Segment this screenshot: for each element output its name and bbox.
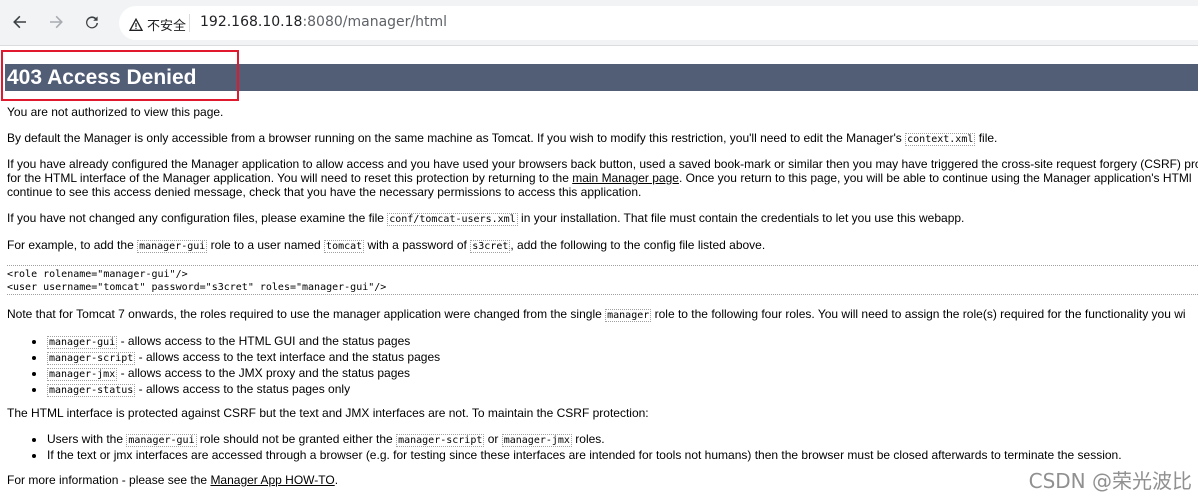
code-tomcat: tomcat	[324, 240, 365, 253]
text: with a password of	[364, 238, 471, 252]
code-context-xml: context.xml	[905, 133, 976, 146]
code-role: manager-script	[47, 352, 136, 365]
text: Users with the	[47, 432, 127, 446]
url-host: 192.168.10.18	[200, 14, 303, 30]
text: role to a user named	[207, 238, 325, 252]
paragraph-roles-note: Note that for Tomcat 7 onwards, the role…	[7, 307, 1186, 323]
text: for the HTML interface of the Manager ap…	[7, 171, 573, 185]
annotation-highlight-box	[1, 50, 239, 101]
text: in your installation. That file must con…	[517, 211, 965, 225]
config-code-block: <role rolename="manager-gui"/> <user use…	[7, 265, 1198, 295]
text: roles.	[571, 432, 605, 446]
list-item: manager-gui - allows access to the HTML …	[30, 334, 440, 350]
list-item: manager-jmx - allows access to the JMX p…	[30, 366, 440, 382]
code-role: manager-jmx	[47, 368, 118, 381]
security-label: 不安全	[147, 19, 187, 34]
code-manager: manager	[605, 309, 652, 322]
watermark: CSDN @荣光波比	[1028, 469, 1192, 493]
text: - allows access to the text interface an…	[135, 350, 441, 364]
code-manager-jmx: manager-jmx	[501, 434, 572, 447]
code-line-role: <role rolename="manager-gui"/>	[7, 269, 188, 280]
text: file.	[975, 131, 998, 145]
code-s3cret: s3cret	[470, 240, 511, 253]
not-authorized-text: You are not authorized to view this page…	[7, 105, 224, 119]
text: - allows access to the status pages only	[135, 382, 351, 396]
security-indicator[interactable]: 不安全	[128, 15, 187, 34]
paragraph-more-info: For more information - please see the Ma…	[7, 473, 338, 487]
paragraph-csrf-line2: for the HTML interface of the Manager ap…	[7, 171, 1192, 185]
paragraph-csrf-line3: continue to see this access denied messa…	[7, 185, 642, 199]
url-text[interactable]: 192.168.10.18:8080/manager/html	[200, 14, 447, 30]
code-manager-script: manager-script	[396, 434, 485, 447]
csrf-rules-list: Users with the manager-gui role should n…	[30, 432, 1122, 463]
omnibox-divider	[189, 14, 190, 32]
list-item: manager-script - allows access to the te…	[30, 350, 440, 366]
text: For example, to add the	[7, 238, 138, 252]
text: - allows access to the JMX proxy and the…	[117, 366, 411, 380]
code-line-user: <user username="tomcat" password="s3cret…	[7, 282, 387, 293]
text: - allows access to the HTML GUI and the …	[117, 334, 411, 348]
text: or	[484, 432, 502, 446]
paragraph-config-files: If you have not changed any configuratio…	[7, 211, 964, 227]
text: .	[334, 473, 339, 487]
code-manager-gui: manager-gui	[137, 240, 208, 253]
forward-arrow-icon[interactable]	[43, 9, 69, 35]
paragraph-example: For example, to add the manager-gui role…	[7, 238, 765, 254]
browser-toolbar: 不安全 192.168.10.18:8080/manager/html	[0, 0, 1198, 46]
text: role to the following four roles. You wi…	[651, 307, 1186, 321]
text: If you have not changed any configuratio…	[7, 211, 388, 225]
paragraph-default-access: By default the Manager is only accessibl…	[7, 131, 997, 147]
code-manager-gui: manager-gui	[126, 434, 197, 447]
text: , add the following to the config file l…	[510, 238, 766, 252]
list-item: If the text or jmx interfaces are access…	[30, 448, 1122, 463]
text: role should not be granted either the	[196, 432, 397, 446]
code-role: manager-status	[47, 384, 136, 397]
list-item: Users with the manager-gui role should n…	[30, 432, 1122, 448]
code-tomcat-users-xml: conf/tomcat-users.xml	[387, 213, 518, 226]
list-item: manager-status - allows access to the st…	[30, 382, 440, 398]
paragraph-csrf-line1: If you have already configured the Manag…	[7, 157, 1198, 171]
address-bar[interactable]: 不安全 192.168.10.18:8080/manager/html	[119, 6, 1198, 40]
paragraph-csrf-protection: The HTML interface is protected against …	[7, 406, 649, 420]
back-arrow-icon[interactable]	[7, 9, 33, 35]
code-role: manager-gui	[47, 336, 118, 349]
manager-app-howto-link[interactable]: Manager App HOW-TO	[210, 473, 334, 487]
reload-icon[interactable]	[79, 9, 105, 35]
text: Note that for Tomcat 7 onwards, the role…	[7, 307, 606, 321]
page-content: 403 Access Denied You are not authorized…	[0, 47, 1198, 500]
text: . Once you return to this page, you will…	[678, 171, 1192, 185]
text: By default the Manager is only accessibl…	[7, 131, 906, 145]
main-manager-page-link[interactable]: main Manager page	[572, 171, 679, 185]
roles-list: manager-gui - allows access to the HTML …	[30, 334, 440, 398]
text: For more information - please see the	[7, 473, 211, 487]
url-path: :8080/manager/html	[302, 14, 448, 30]
warning-triangle-icon	[128, 17, 144, 32]
